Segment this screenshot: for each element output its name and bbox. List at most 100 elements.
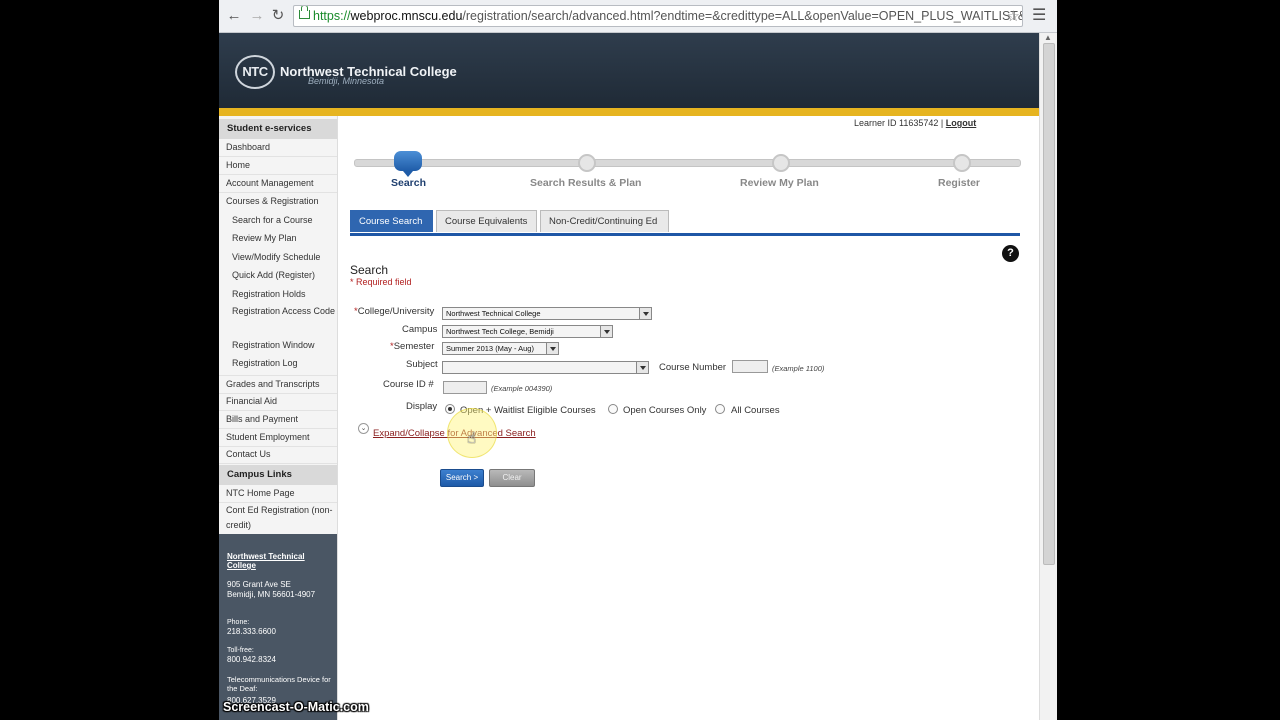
chevron-down-icon	[636, 362, 648, 373]
help-icon[interactable]: ?	[1002, 245, 1019, 262]
browser-toolbar: ← → ↻ https://webproc.mnscu.edu/registra…	[219, 0, 1057, 33]
radio-all-courses-label[interactable]: All Courses	[731, 405, 780, 416]
separator: |	[940, 118, 944, 128]
course-id-input[interactable]	[443, 381, 487, 394]
sidebar-item-view-modify-schedule[interactable]: View/Modify Schedule	[219, 249, 337, 266]
lock-icon	[299, 6, 310, 19]
footer-tollfree-label: Toll-free:	[227, 647, 254, 654]
subject-label: Subject	[406, 359, 438, 370]
expand-collapse-icon[interactable]: ⌄	[358, 423, 369, 434]
sidebar-item-account-management[interactable]: Account Management	[219, 175, 337, 193]
back-icon[interactable]: ←	[225, 7, 243, 25]
sidebar-item-quick-add[interactable]: Quick Add (Register)	[219, 267, 337, 284]
search-heading: Search	[350, 263, 389, 277]
radio-all-courses[interactable]	[715, 404, 725, 414]
radio-open-waitlist[interactable]	[445, 404, 455, 414]
sidebar-item-contact-us[interactable]: Contact Us	[219, 446, 337, 464]
college-select[interactable]: Northwest Technical College	[442, 307, 652, 320]
step-search-label: Search	[391, 177, 427, 189]
semester-label: *Semester	[390, 341, 434, 352]
screencast-watermark: Screencast-O-Matic.com	[223, 700, 369, 714]
campus-links-heading: Campus Links	[219, 465, 337, 485]
web-page: NTC Northwest Technical College Bemidji,…	[219, 33, 1039, 720]
sidebar-item-search-course[interactable]: Search for a Course	[219, 212, 337, 229]
subject-select[interactable]	[442, 361, 649, 374]
sidebar-item-ntc-home[interactable]: NTC Home Page	[219, 485, 337, 503]
site-header: NTC Northwest Technical College Bemidji,…	[219, 33, 1039, 108]
semester-select-value: Summer 2013 (May - Aug)	[446, 344, 534, 353]
step-register-label: Register	[938, 177, 981, 189]
logout-link[interactable]: Logout	[946, 118, 977, 128]
clear-button[interactable]: Clear	[489, 469, 535, 487]
course-id-label: Course ID #	[383, 379, 434, 390]
search-button[interactable]: Search >	[440, 469, 484, 487]
footer-tdd-label: Telecommunications Device for the Deaf:	[227, 675, 331, 693]
chevron-down-icon	[639, 308, 651, 319]
semester-select[interactable]: Summer 2013 (May - Aug)	[442, 342, 559, 355]
url-host: webproc.mnscu.edu	[350, 9, 463, 23]
step-review-label: Review My Plan	[740, 177, 819, 189]
sidebar-item-bills-payment[interactable]: Bills and Payment	[219, 411, 337, 429]
url-path: /registration/search/advanced.html?endti…	[462, 9, 1023, 23]
address-bar[interactable]: https://webproc.mnscu.edu/registration/s…	[293, 5, 1023, 27]
sidebar-item-home[interactable]: Home	[219, 157, 337, 175]
tab-course-search[interactable]: Course Search	[350, 210, 433, 232]
sidebar: Student e-services Dashboard Home Accoun…	[219, 116, 338, 720]
campus-select[interactable]: Northwest Tech College, Bemidji	[442, 325, 613, 338]
course-number-label: Course Number	[659, 362, 727, 373]
footer-address-line1: 905 Grant Ave SE	[227, 580, 291, 589]
step-results-marker	[578, 154, 596, 172]
campus-select-value: Northwest Tech College, Bemidji	[446, 327, 554, 336]
step-register-marker	[953, 154, 971, 172]
radio-open-only[interactable]	[608, 404, 618, 414]
college-label: *College/University	[354, 306, 434, 317]
url-scheme: https://	[313, 9, 351, 23]
footer-phone-label: Phone:	[227, 619, 250, 626]
bookmark-star-icon[interactable]: ☆	[1007, 7, 1020, 25]
radio-open-only-label[interactable]: Open Courses Only	[623, 405, 706, 416]
course-id-example: (Example 004390)	[491, 384, 553, 393]
sidebar-item-grades[interactable]: Grades and Transcripts	[219, 375, 337, 394]
chevron-down-icon	[600, 326, 612, 337]
tab-course-equivalents[interactable]: Course Equivalents	[436, 210, 537, 232]
tabs-underline	[350, 233, 1020, 236]
scroll-up-icon[interactable]: ▲	[1044, 33, 1052, 42]
footer-college-name[interactable]: Northwest Technical College	[227, 552, 332, 570]
sidebar-item-financial-aid[interactable]: Financial Aid	[219, 393, 337, 411]
sidebar-item-student-employment[interactable]: Student Employment	[219, 429, 337, 447]
scrollbar-thumb[interactable]	[1043, 43, 1055, 565]
forward-icon[interactable]: →	[248, 7, 266, 25]
learner-id-line: Learner ID 11635742 | Logout	[854, 118, 976, 128]
sidebar-item-registration-window[interactable]: Registration Window	[219, 337, 337, 354]
sidebar-item-registration-access-code[interactable]: Registration Access Code	[219, 304, 337, 318]
tab-non-credit[interactable]: Non-Credit/Continuing Ed	[540, 210, 669, 232]
footer-phone: 218.333.6600	[227, 627, 276, 636]
hand-cursor-icon: ☝	[467, 430, 477, 447]
sidebar-item-registration-log[interactable]: Registration Log	[219, 355, 337, 372]
page-scrollbar[interactable]: ▲	[1039, 33, 1057, 720]
step-review-marker	[772, 154, 790, 172]
sidebar-item-dashboard[interactable]: Dashboard	[219, 139, 337, 157]
required-field-note: * Required field	[350, 277, 412, 287]
progress-track	[354, 159, 1021, 167]
sidebar-item-cont-ed[interactable]: Cont Ed Registration (non-credit)	[219, 503, 337, 533]
display-label: Display	[406, 401, 438, 412]
sidebar-item-registration-holds[interactable]: Registration Holds	[219, 286, 337, 303]
college-logo[interactable]: NTC	[235, 55, 275, 89]
college-label-text: College/University	[357, 306, 435, 317]
menu-icon[interactable]: ☰	[1032, 7, 1046, 25]
learner-id: Learner ID 11635742	[854, 118, 939, 128]
header-accent-bar	[219, 108, 1039, 116]
course-number-input[interactable]	[732, 360, 768, 373]
browser-window: ← → ↻ https://webproc.mnscu.edu/registra…	[219, 0, 1057, 720]
step-results-label: Search Results & Plan	[530, 177, 642, 189]
sidebar-item-review-plan[interactable]: Review My Plan	[219, 230, 337, 247]
sidebar-heading: Student e-services	[219, 119, 337, 139]
footer-tollfree: 800.942.8324	[227, 655, 276, 664]
url-text: https://webproc.mnscu.edu/registration/s…	[313, 9, 1023, 23]
reload-icon[interactable]: ↻	[269, 7, 287, 25]
course-number-example: (Example 1100)	[772, 364, 825, 373]
footer-address-line2: Bemidji, MN 56601-4907	[227, 590, 316, 599]
semester-label-text: Semester	[393, 341, 435, 352]
sidebar-item-courses-registration[interactable]: Courses & Registration	[219, 193, 337, 210]
